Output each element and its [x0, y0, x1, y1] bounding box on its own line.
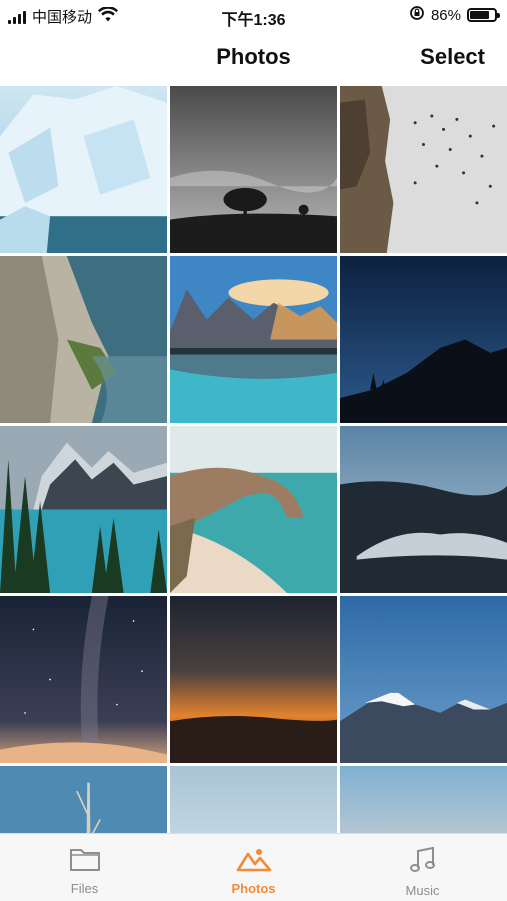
photo-thumbnail[interactable]: [0, 256, 167, 423]
photo-thumbnail[interactable]: [340, 766, 507, 833]
tab-bar: Files Photos Music: [0, 833, 507, 901]
tab-files-label: Files: [70, 881, 99, 896]
status-right: 86%: [409, 5, 500, 25]
photo-thumbnail[interactable]: [340, 426, 507, 593]
battery-percent: 86%: [430, 6, 461, 24]
select-button[interactable]: Select: [420, 44, 485, 70]
photo-thumbnail[interactable]: [170, 596, 337, 763]
photo-grid: [0, 86, 507, 833]
photo-thumbnail[interactable]: [170, 426, 337, 593]
photo-thumbnail[interactable]: [170, 256, 337, 423]
rotation-lock-icon: [409, 5, 425, 25]
tab-photos-label: Photos: [231, 881, 276, 896]
folder-icon: [69, 846, 101, 877]
photo-thumbnail[interactable]: [0, 766, 167, 833]
tab-music-label: Music: [405, 883, 440, 898]
mountains-icon: [236, 846, 272, 877]
photo-thumbnail[interactable]: [340, 86, 507, 253]
photo-thumbnail[interactable]: [170, 86, 337, 253]
tab-photos[interactable]: Photos: [169, 834, 338, 901]
photo-thumbnail[interactable]: [0, 86, 167, 253]
photo-thumbnail[interactable]: [340, 596, 507, 763]
battery-icon: [467, 8, 500, 22]
music-note-icon: [408, 846, 438, 879]
photo-thumbnail[interactable]: [170, 766, 337, 833]
photo-thumbnail[interactable]: [340, 256, 507, 423]
photo-thumbnail[interactable]: [0, 426, 167, 593]
tab-music[interactable]: Music: [338, 834, 507, 901]
tab-files[interactable]: Files: [0, 834, 169, 901]
status-bar: 中国移动 下午1:36 86%: [0, 0, 507, 32]
navigation-bar: Photos Select: [0, 32, 507, 84]
photo-thumbnail[interactable]: [0, 596, 167, 763]
